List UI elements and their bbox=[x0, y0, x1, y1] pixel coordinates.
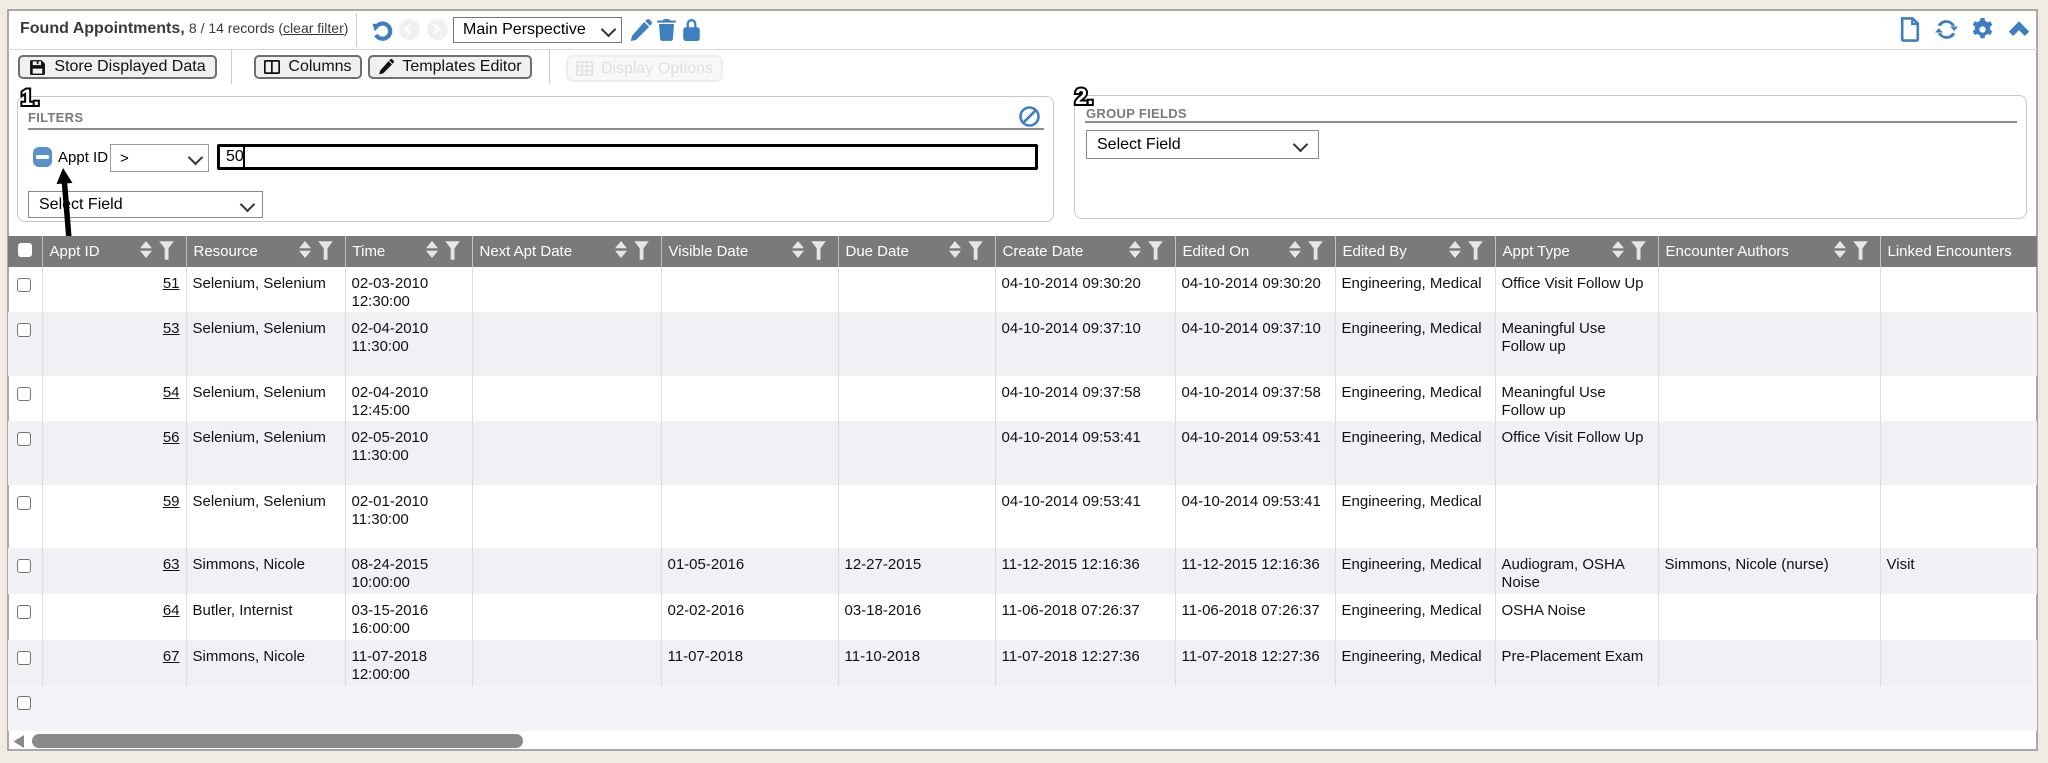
svg-text:1.: 1. bbox=[21, 85, 39, 110]
svg-text:2.: 2. bbox=[1075, 84, 1093, 109]
